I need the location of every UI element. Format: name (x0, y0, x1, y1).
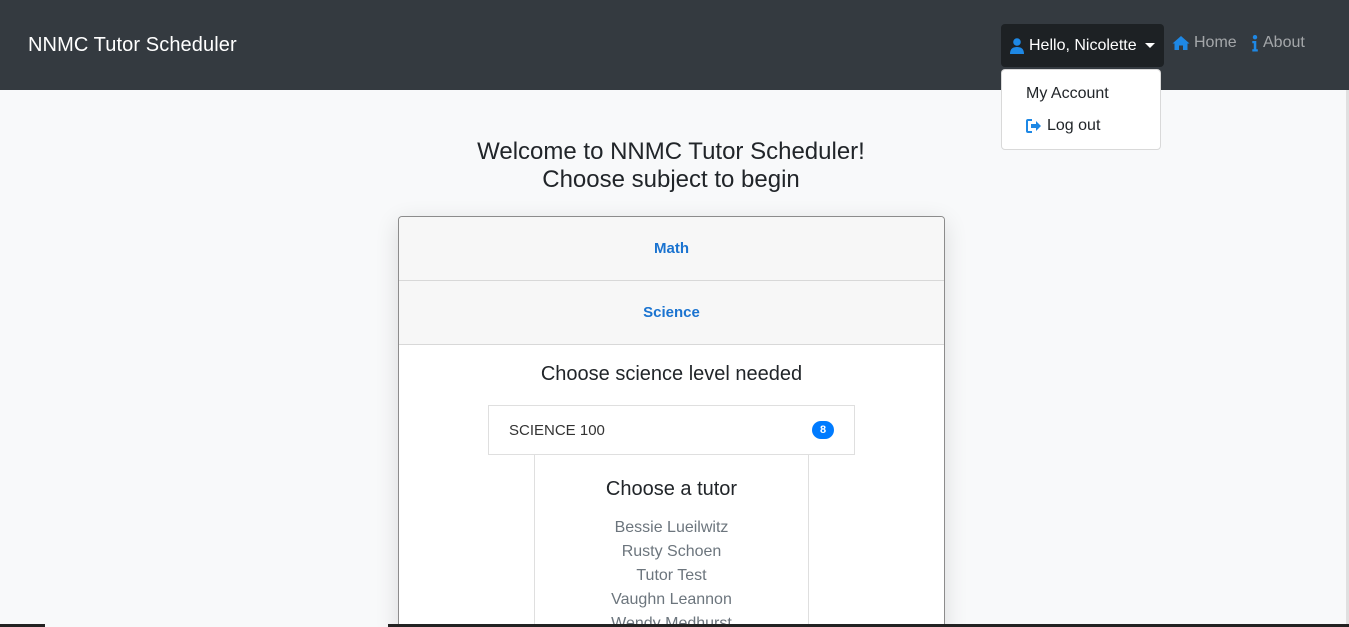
log-out-label: Log out (1047, 117, 1101, 134)
subject-accordion: Math Science Choose science level needed… (398, 216, 945, 627)
tutor-link[interactable]: Vaughn Leannon (535, 588, 808, 612)
home-label: Home (1194, 34, 1237, 51)
dropdown-item-log-out[interactable]: Log out (1026, 117, 1100, 135)
level-heading: Choose science level needed (540, 363, 803, 385)
tutor-link[interactable]: Tutor Test (535, 564, 808, 588)
about-label: About (1263, 34, 1305, 51)
home-icon (1172, 35, 1190, 51)
dropdown-item-my-account[interactable]: My Account (1026, 85, 1109, 103)
caret-down-icon (1144, 43, 1155, 48)
user-greeting: Hello, Nicolette (1029, 36, 1137, 54)
level-label: SCIENCE 100 (509, 421, 605, 439)
nav-home-link[interactable]: Home (1172, 34, 1237, 52)
tutor-count-badge: 8 (812, 421, 834, 439)
tutor-panel: Choose a tutor Bessie Lueilwitz Rusty Sc… (534, 455, 809, 627)
user-menu-toggle[interactable]: Hello, Nicolette (1001, 24, 1164, 67)
welcome-line-1: Welcome to NNMC Tutor Scheduler! (477, 138, 865, 165)
tutor-heading: Choose a tutor (605, 478, 738, 500)
subject-science-label: Science (643, 304, 700, 321)
tutor-link[interactable]: Bessie Lueilwitz (535, 516, 808, 540)
tutor-link[interactable]: Rusty Schoen (535, 540, 808, 564)
subject-math-label: Math (654, 240, 689, 257)
user-icon (1010, 37, 1024, 54)
my-account-label: My Account (1026, 85, 1109, 102)
level-item-science-100[interactable]: SCIENCE 100 8 (488, 405, 855, 455)
subject-science-button[interactable]: Science (399, 281, 944, 345)
subject-math-button[interactable]: Math (399, 217, 944, 281)
nav-about-link[interactable]: About (1252, 34, 1305, 52)
welcome-line-2: Choose subject to begin (542, 166, 800, 193)
tutor-list: Bessie Lueilwitz Rusty Schoen Tutor Test… (535, 516, 808, 627)
info-icon (1252, 34, 1258, 52)
brand-title[interactable]: NNMC Tutor Scheduler (28, 34, 237, 57)
sign-out-icon (1026, 119, 1042, 133)
welcome-heading: Welcome to NNMC Tutor Scheduler! Choose … (0, 138, 1342, 194)
